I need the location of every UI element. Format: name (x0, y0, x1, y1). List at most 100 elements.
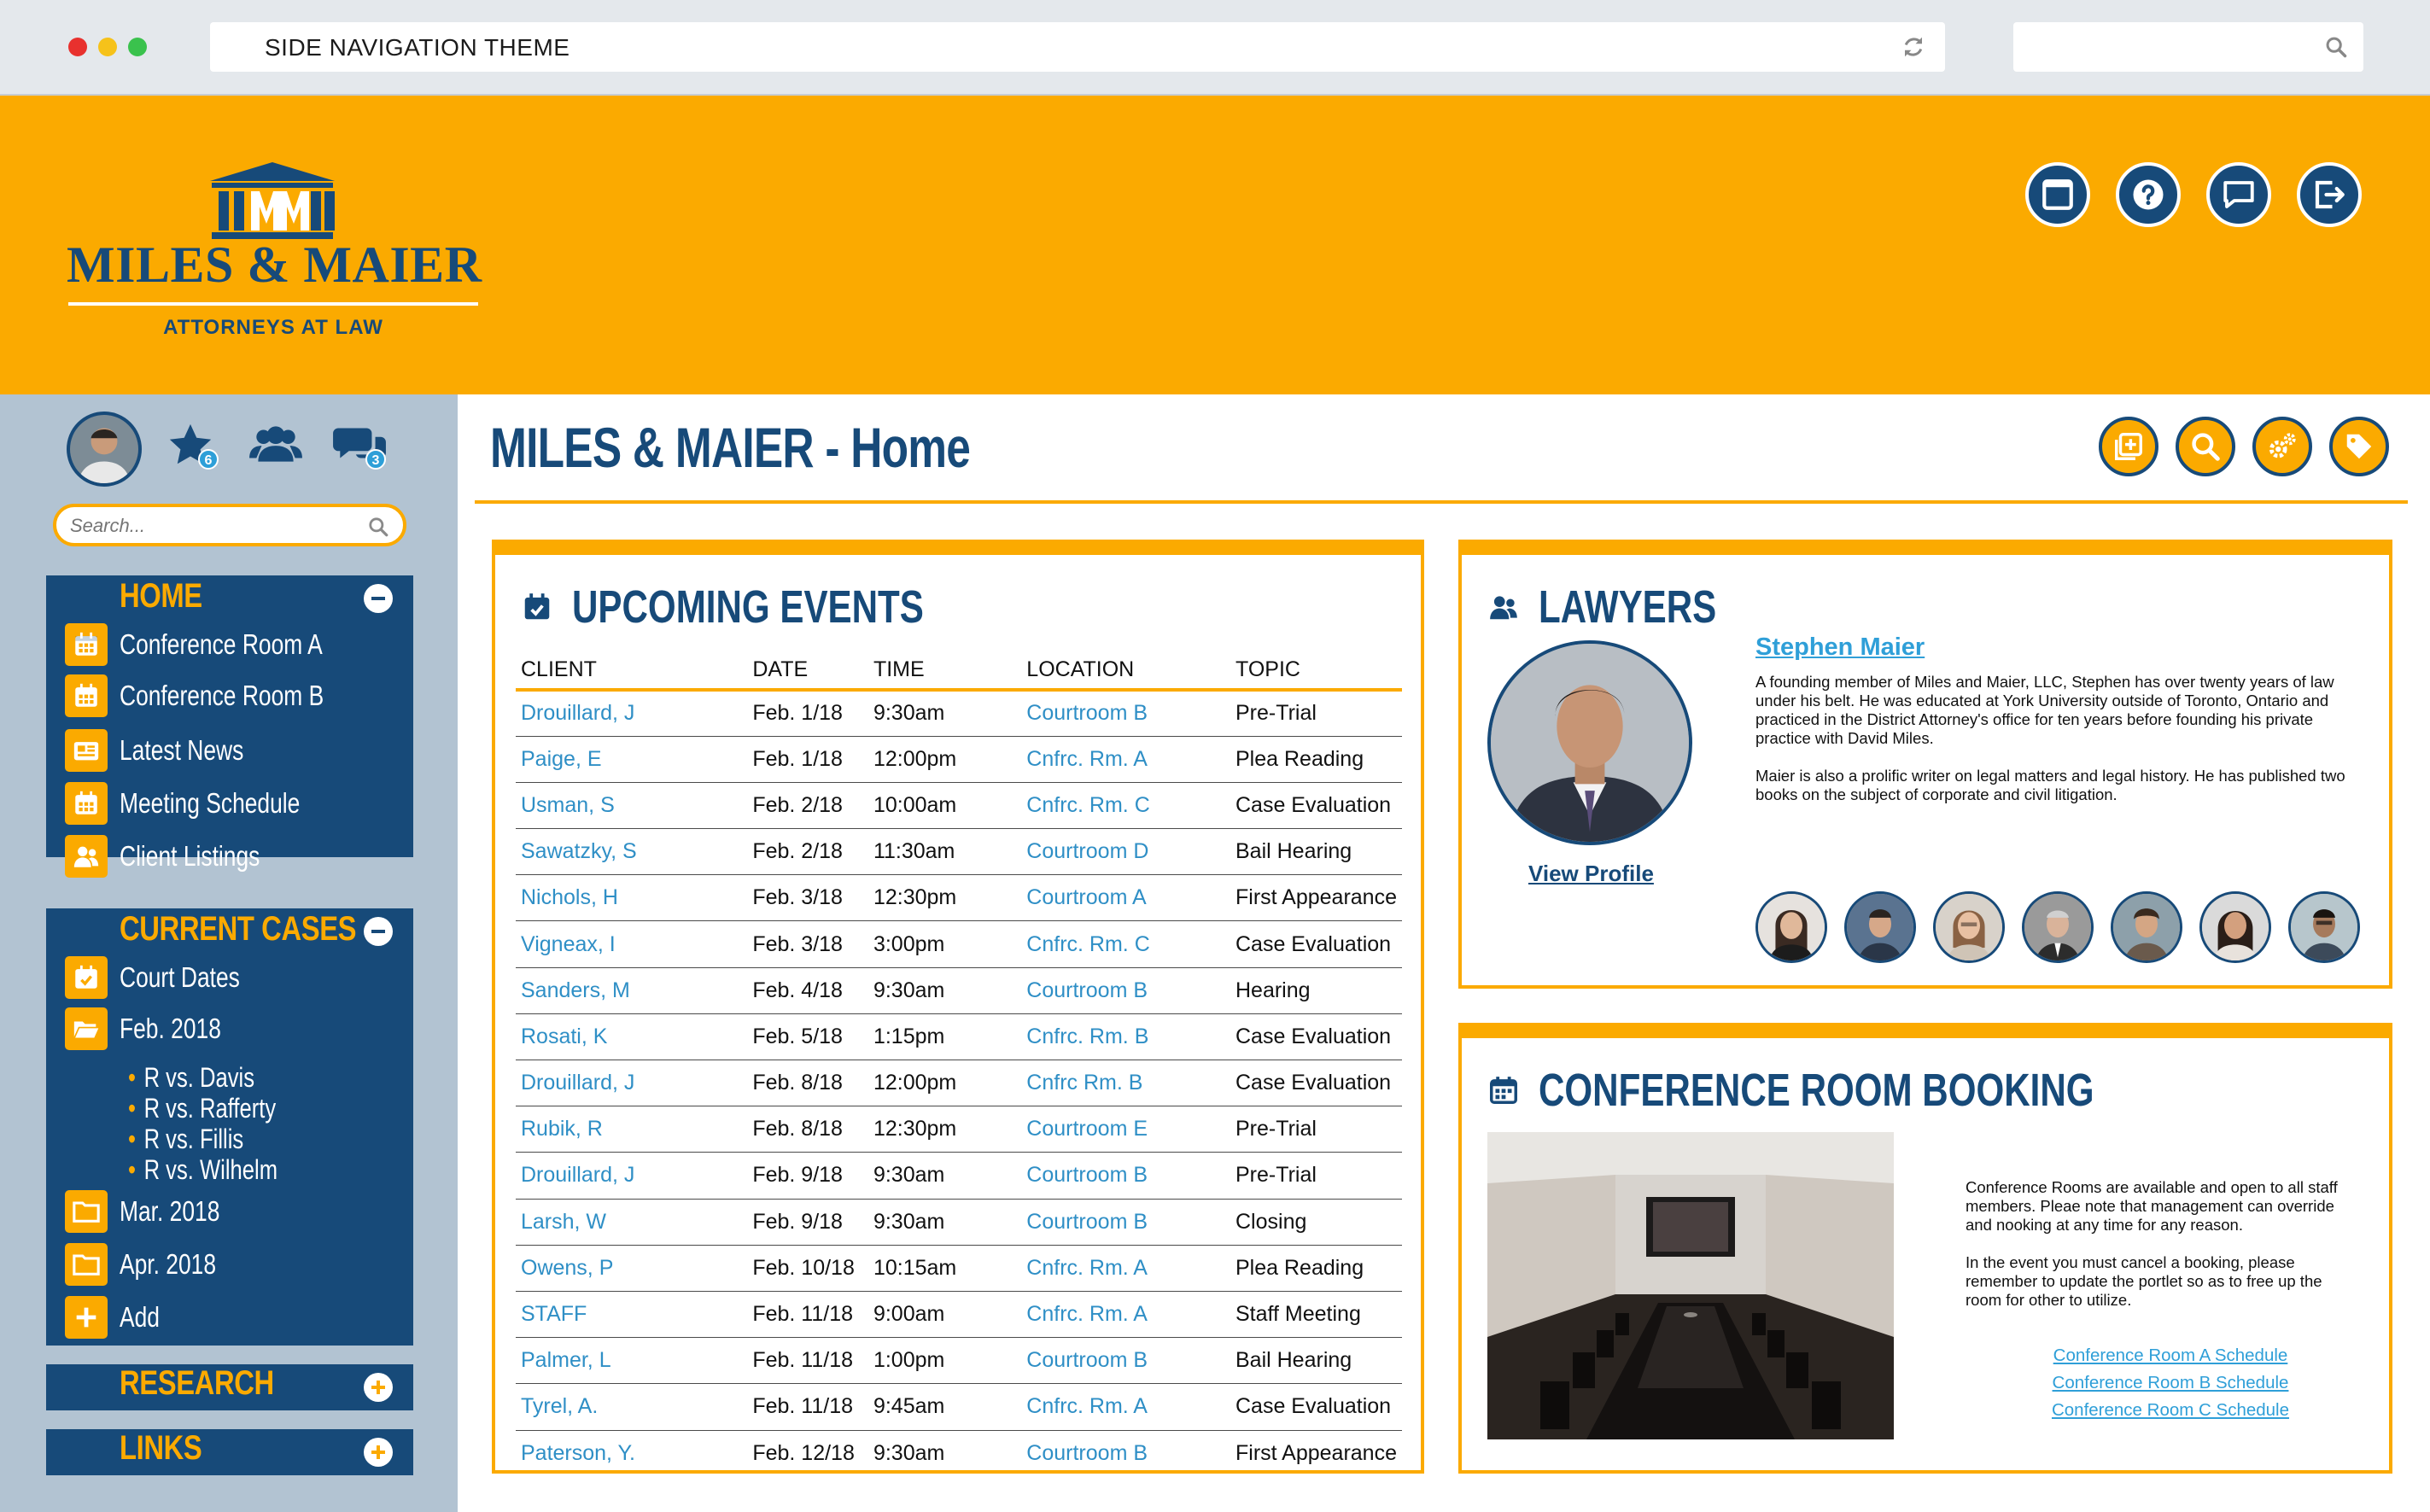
table-row[interactable]: Usman, S Feb. 2/18 10:00am Cnfrc. Rm. C Case… (516, 782, 1402, 830)
maximize-window-dot[interactable] (128, 38, 147, 56)
lawyer-thumbnail[interactable] (2022, 891, 2094, 963)
location-cell[interactable]: Courtroom D (1021, 828, 1230, 876)
sidebar-item-latest-news[interactable]: Latest News (65, 729, 275, 772)
client-cell[interactable]: Vigneax, I (516, 920, 748, 968)
location-cell[interactable]: Courtroom B (1021, 967, 1230, 1014)
table-row[interactable]: Owens, P Feb. 10/18 10:15am Cnfrc. Rm. A Ple… (516, 1245, 1402, 1292)
sidebar-item-add[interactable]: Add (65, 1296, 170, 1339)
client-cell[interactable]: Larsh, W (516, 1199, 748, 1246)
add-button[interactable] (2099, 417, 2158, 476)
client-cell[interactable]: Drouillard, J (516, 1152, 748, 1200)
table-row[interactable]: Rubik, R Feb. 8/18 12:30pm Courtroom E Pre-T… (516, 1106, 1402, 1153)
messages-button[interactable] (2206, 162, 2271, 227)
conference-room-c-schedule-link[interactable]: Conference Room C Schedule (2042, 1397, 2299, 1424)
messages-sidebar-button[interactable]: 3 (331, 420, 388, 471)
table-row[interactable]: Drouillard, J Feb. 1/18 9:30am Courtroom BP… (516, 690, 1402, 737)
location-cell[interactable]: Cnfrc. Rm. A (1021, 1291, 1230, 1339)
table-row[interactable]: Larsh, W Feb. 9/18 9:30am Courtroom B Closin… (516, 1199, 1402, 1246)
location-cell[interactable]: Courtroom A (1021, 874, 1230, 922)
column-header-client[interactable]: CLIENT (516, 651, 748, 692)
location-cell[interactable]: Cnfrc. Rm. B (1021, 1013, 1230, 1061)
location-cell[interactable]: Cnfrc. Rm. C (1021, 920, 1230, 968)
location-cell[interactable]: Cnfrc. Rm. A (1021, 1245, 1230, 1292)
expand-links-button[interactable] (364, 1438, 393, 1467)
client-cell[interactable]: Nichols, H (516, 874, 748, 922)
client-cell[interactable]: Drouillard, J (516, 1060, 748, 1107)
location-cell[interactable]: Courtroom B (1021, 1199, 1230, 1246)
table-row[interactable]: STAFF Feb. 11/18 9:00am Cnfrc. Rm. A Staff M… (516, 1291, 1402, 1339)
lawyer-thumbnail[interactable] (1933, 891, 2005, 963)
table-row[interactable]: Palmer, L Feb. 11/18 1:00pm Courtroom B Bail… (516, 1337, 1402, 1385)
table-row[interactable]: Drouillard, J Feb. 9/18 9:30am Courtroom BP… (516, 1152, 1402, 1200)
location-cell[interactable]: Courtroom B (1021, 1337, 1230, 1385)
location-cell[interactable]: Courtroom B (1021, 1152, 1230, 1200)
lawyer-thumbnail[interactable] (2199, 891, 2271, 963)
help-button[interactable] (2116, 162, 2181, 227)
location-cell[interactable]: Courtroom E (1021, 1106, 1230, 1153)
column-header-location[interactable]: LOCATION (1021, 651, 1230, 692)
sidebar-item-court-dates[interactable]: Court Dates (65, 956, 270, 999)
client-cell[interactable]: Sanders, M (516, 967, 748, 1014)
sidebar-item-meeting-schedule[interactable]: Meeting Schedule (65, 782, 345, 825)
search-button[interactable] (2176, 417, 2235, 476)
table-row[interactable]: Paterson, Y. Feb. 12/18 9:30am Courtroom BF… (516, 1430, 1402, 1476)
client-cell[interactable]: Owens, P (516, 1245, 748, 1292)
address-bar[interactable]: SIDE NAVIGATION THEME (210, 22, 1945, 72)
table-row[interactable]: Nichols, H Feb. 3/18 12:30pm Courtroom A Fir… (516, 874, 1402, 922)
collapse-current-cases-button[interactable] (364, 917, 393, 946)
close-window-dot[interactable] (68, 38, 87, 56)
location-cell[interactable]: Cnfrc. Rm. A (1021, 736, 1230, 783)
column-header-time[interactable]: TIME (867, 651, 1022, 692)
table-row[interactable]: Vigneax, I Feb. 3/18 3:00pm Cnfrc. Rm. C Cas… (516, 920, 1402, 968)
sidebar-item-conference-room-a[interactable]: Conference Room A (65, 623, 373, 666)
sidebar-item-conference-room-b[interactable]: Conference Room B (65, 674, 375, 717)
sidebar-search-input[interactable] (70, 514, 360, 538)
nav-section-research[interactable]: RESEARCH (46, 1364, 413, 1410)
conference-room-a-schedule-link[interactable]: Conference Room A Schedule (2042, 1342, 2299, 1369)
browser-search-bar[interactable] (2013, 22, 2363, 72)
view-profile-link[interactable]: View Profile (1528, 861, 1654, 887)
location-cell[interactable]: Cnfrc. Rm. C (1021, 782, 1230, 830)
client-cell[interactable]: Usman, S (516, 782, 748, 830)
sidebar-search[interactable] (53, 504, 406, 546)
lawyer-photo[interactable] (1487, 640, 1692, 845)
client-cell[interactable]: Sawatzky, S (516, 828, 748, 876)
tag-button[interactable] (2329, 417, 2389, 476)
client-cell[interactable]: Paterson, Y. (516, 1430, 747, 1476)
table-row[interactable]: Sawatzky, S Feb. 2/18 11:30am Courtroom D Ba… (516, 828, 1402, 876)
location-cell[interactable]: Cnfrc Rm. B (1021, 1060, 1230, 1107)
case-link-fillis[interactable]: • R vs. Fillis (128, 1124, 243, 1155)
window-button[interactable] (2025, 162, 2090, 227)
collapse-home-button[interactable] (364, 584, 393, 613)
column-header-date[interactable]: DATE (747, 651, 868, 692)
logout-button[interactable] (2297, 162, 2362, 227)
client-cell[interactable]: Paige, E (516, 736, 748, 783)
expand-research-button[interactable] (364, 1373, 393, 1402)
client-cell[interactable]: Drouillard, J (516, 690, 748, 737)
sidebar-item-apr-2018[interactable]: Apr. 2018 (65, 1243, 240, 1286)
lawyer-name-link[interactable]: Stephen Maier (1755, 633, 1925, 662)
sidebar-item-client-listings[interactable]: Client Listings (65, 835, 295, 878)
location-cell[interactable]: Courtroom B (1021, 1430, 1230, 1476)
case-link-wilhelm[interactable]: • R vs. Wilhelm (128, 1154, 277, 1186)
user-avatar[interactable] (67, 412, 142, 487)
client-cell[interactable]: STAFF (516, 1291, 748, 1339)
column-header-topic[interactable]: TOPIC (1230, 651, 1402, 692)
location-cell[interactable]: Courtroom B (1021, 690, 1230, 737)
reload-icon[interactable] (1901, 34, 1926, 60)
table-row[interactable]: Sanders, M Feb. 4/18 9:30am Courtroom B Hear… (516, 967, 1402, 1014)
nav-section-title-home[interactable]: HOME (120, 577, 202, 616)
settings-button[interactable] (2252, 417, 2312, 476)
search-icon[interactable] (367, 516, 389, 538)
client-cell[interactable]: Palmer, L (516, 1337, 748, 1385)
minimize-window-dot[interactable] (98, 38, 117, 56)
sidebar-item-mar-2018[interactable]: Mar. 2018 (65, 1190, 245, 1233)
nav-section-links[interactable]: LINKS (46, 1429, 413, 1475)
lawyer-thumbnail[interactable] (2111, 891, 2182, 963)
lawyer-thumbnail[interactable] (1755, 891, 1827, 963)
table-row[interactable]: Drouillard, J Feb. 8/18 12:00pm Cnfrc Rm. B… (516, 1060, 1402, 1107)
lawyer-thumbnail[interactable] (2288, 891, 2360, 963)
table-row[interactable]: Paige, E Feb. 1/18 12:00pm Cnfrc. Rm. A Plea… (516, 736, 1402, 783)
conference-room-b-schedule-link[interactable]: Conference Room B Schedule (2042, 1369, 2299, 1397)
location-cell[interactable]: Cnfrc. Rm. A (1021, 1383, 1230, 1431)
